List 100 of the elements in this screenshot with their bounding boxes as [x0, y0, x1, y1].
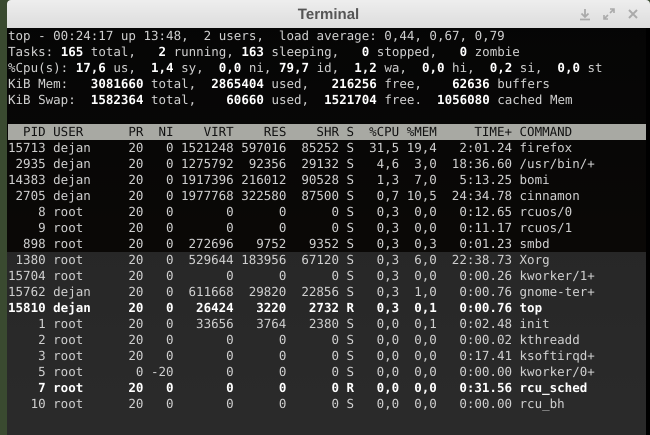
table-cell-text: 0: [164, 316, 174, 332]
table-cell-text: root: [53, 316, 84, 332]
table-cell-text: 0:00.00: [458, 364, 512, 380]
table-cell-text: 0,3: [413, 236, 437, 252]
table-cell-text: 0: [225, 348, 234, 364]
table-cell-text: 9352: [308, 236, 339, 252]
table-cell-text: dejan: [53, 140, 92, 156]
table-cell-text: 29132: [300, 156, 339, 172]
table-cell-text: init: [520, 316, 551, 332]
table-cell: S: [346, 156, 354, 172]
table-cell: R: [346, 300, 354, 316]
table-cell-text: dejan: [53, 284, 92, 300]
table-cell-text: 0: [164, 204, 174, 220]
column-header: RES: [262, 124, 286, 140]
table-cell-text: 0,0: [413, 348, 437, 364]
table-cell-text: 0:00.02: [458, 332, 512, 348]
table-cell-text: rcu_bh: [520, 396, 566, 412]
table-cell-text: 0: [164, 252, 174, 268]
table-cell-text: 0,0: [376, 380, 400, 396]
table-cell-text: 0,0: [413, 268, 437, 284]
column-header: S: [346, 124, 354, 140]
table-cell-text: root: [53, 220, 84, 236]
table-cell-text: 0: [225, 204, 234, 220]
table-cell-text: 0: [330, 268, 339, 284]
table-cell-text: 9: [37, 220, 46, 236]
column-header: PID: [22, 124, 46, 140]
table-cell: 1917396: [181, 172, 234, 188]
table-cell-text: 85252: [300, 140, 339, 156]
table-cell: S: [346, 204, 354, 220]
table-cell-text: 0,3: [376, 268, 400, 284]
table-cell-text: 4,6: [376, 156, 400, 172]
table-cell-text: 20: [127, 316, 144, 332]
column-header: %MEM: [406, 124, 437, 140]
table-cell-text: root: [53, 332, 84, 348]
table-cell-text: 22856: [300, 284, 339, 300]
table-cell-text: 1380: [14, 252, 46, 268]
table-cell-text: 20: [127, 140, 144, 156]
table-cell: S: [346, 396, 354, 412]
table-cell-text: 0,0: [376, 364, 400, 380]
table-cell-text: 0: [330, 220, 339, 236]
table-cell-text: 5:13.25: [458, 172, 512, 188]
close-icon[interactable]: [626, 7, 640, 21]
summary-line: Tasks: 165 total, 2 running, 163 sleeping, 0 stopped, 0 zombie: [8, 44, 520, 60]
table-cell: 1977768: [181, 188, 234, 204]
table-cell-text: 1: [37, 316, 46, 332]
column-header: SHR: [315, 124, 339, 140]
table-cell-text: 0,3: [376, 300, 400, 316]
column-header: VIRT: [202, 124, 234, 140]
table-cell-text: 3220: [255, 300, 286, 316]
table-cell-text: 20: [127, 220, 144, 236]
window-title: Terminal: [298, 6, 360, 22]
table-cell-text: 0: [134, 364, 144, 380]
table-cell-text: root: [53, 268, 84, 284]
table-cell-text: 0: [164, 380, 174, 396]
table-cell-text: 0,0: [413, 332, 437, 348]
table-cell-text: bomi: [520, 172, 551, 188]
table-cell-text: 20: [127, 348, 144, 364]
summary-line: top - 00:24:17 up 13:48, 2 users, load average: 0,44, 0,67, 0,79: [8, 28, 505, 44]
table-cell-text: 0: [330, 204, 339, 220]
table-cell-text: root: [53, 236, 84, 252]
table-cell-text: 20: [127, 268, 144, 284]
table-cell: S: [346, 316, 354, 332]
table-cell: 14383: [8, 172, 46, 188]
table-cell-text: 0,0: [376, 316, 400, 332]
table-cell: 216012: [241, 172, 286, 188]
table-cell-text: 8: [37, 204, 46, 220]
table-cell-text: 0: [278, 204, 286, 220]
table-cell-text: 0: [164, 300, 174, 316]
table-cell-text: 26424: [195, 300, 234, 316]
table-cell: 1521248: [181, 140, 234, 156]
table-cell-text: 0: [330, 332, 339, 348]
table-cell-text: ksoftirqd+: [520, 348, 596, 364]
table-cell-text: 0: [278, 220, 286, 236]
table-cell-text: 0: [164, 188, 174, 204]
table-cell-text: dejan: [53, 300, 92, 316]
table-cell-text: rcuos/1: [520, 220, 574, 236]
maximize-icon[interactable]: [602, 7, 616, 21]
table-cell: 1275792: [181, 156, 234, 172]
table-cell-text: 20: [127, 204, 144, 220]
minimize-icon[interactable]: [578, 7, 592, 21]
table-cell-text: kworker/0+: [520, 364, 596, 380]
table-cell-text: 0,0: [376, 332, 400, 348]
column-header: %CPU: [368, 124, 400, 140]
table-cell: 15810: [8, 300, 46, 316]
table-cell-text: 0: [330, 364, 339, 380]
table-cell-text: 272696: [188, 236, 234, 252]
table-cell: S: [346, 332, 354, 348]
table-cell-text: 87500: [300, 188, 339, 204]
table-cell: 10,5: [406, 188, 437, 204]
table-cell-text: 1,3: [376, 172, 400, 188]
table-cell-text: 0,3: [376, 204, 400, 220]
table-cell-text: 0,0: [376, 348, 400, 364]
table-cell-text: 529644: [188, 252, 234, 268]
table-cell-text: kthreadd: [520, 332, 581, 348]
table-cell-text: 0,3: [376, 236, 400, 252]
table-cell-text: 0:31.56: [458, 380, 512, 396]
table-cell-text: Xorg: [520, 252, 551, 268]
table-cell-text: 33656: [195, 316, 234, 332]
table-cell: S: [346, 252, 354, 268]
table-cell-text: 7: [37, 380, 46, 396]
